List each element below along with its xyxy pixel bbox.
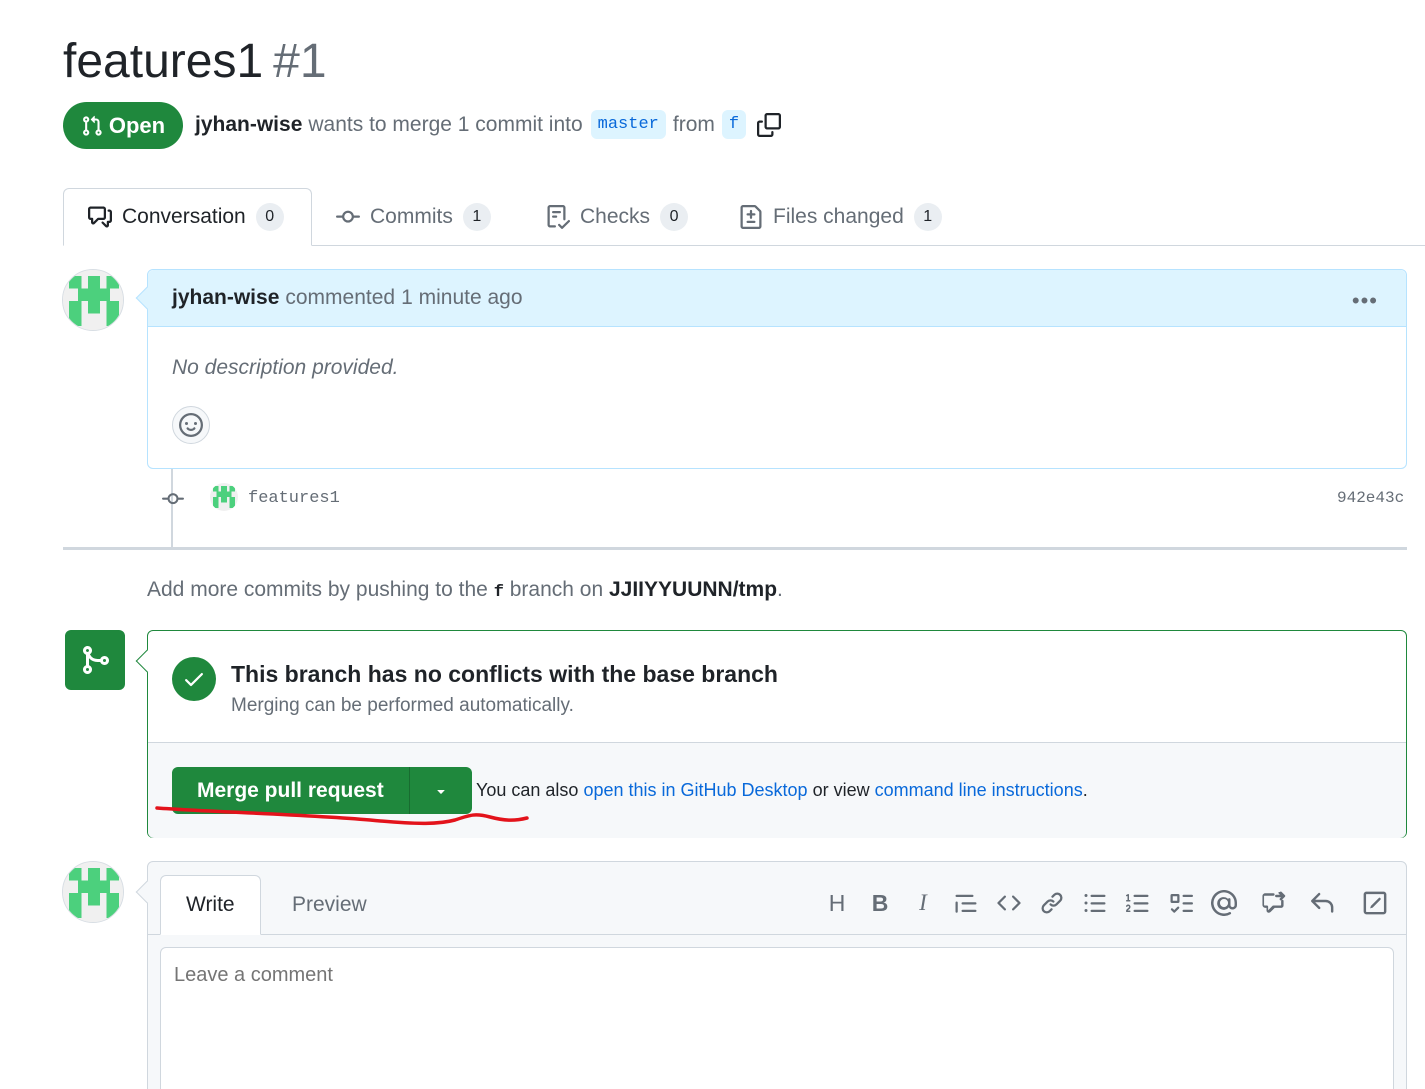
tab-counter: 1 — [913, 203, 942, 231]
from-text: from — [672, 112, 715, 136]
bold-icon[interactable]: B — [867, 890, 893, 916]
base-branch[interactable]: master — [590, 110, 666, 139]
reply-icon[interactable] — [1309, 890, 1335, 916]
tab-label: Files changed — [773, 205, 904, 228]
tab-counter: 0 — [660, 203, 689, 231]
hint-suffix: . — [777, 578, 783, 601]
state-label: Open — [108, 112, 166, 138]
merge-summary: wants to merge 1 commit into — [308, 112, 583, 136]
merge-options-dropdown[interactable] — [409, 767, 472, 814]
quote-icon[interactable] — [953, 890, 979, 916]
head-branch[interactable]: f — [721, 110, 747, 139]
kebab-horizontal-icon[interactable]: ••• — [1352, 288, 1378, 314]
command-line-instructions-link[interactable]: command line instructions — [875, 780, 1083, 800]
hint-prefix: Add more commits by pushing to the — [147, 578, 488, 601]
comment-textarea[interactable] — [160, 947, 1394, 1089]
hint-middle: branch on — [509, 578, 604, 601]
repo-link[interactable]: JJIIYYUUNN/tmp — [609, 578, 777, 601]
smiley-icon[interactable] — [172, 406, 210, 444]
comment-box: jyhan-wise commented 1 minute ago ••• No… — [135, 269, 1407, 469]
form-pointer — [135, 880, 159, 904]
merge-pull-request-button[interactable]: Merge pull request — [172, 767, 410, 814]
tab-counter: 0 — [255, 203, 284, 231]
tab-counter: 1 — [462, 203, 491, 231]
cross-reference-icon[interactable] — [1260, 890, 1286, 916]
code-icon[interactable] — [996, 890, 1022, 916]
tab-write[interactable]: Write — [160, 875, 261, 935]
git-commit-icon — [336, 210, 360, 223]
link-icon[interactable] — [1039, 890, 1065, 916]
also-prefix: You can also — [476, 780, 579, 800]
file-diff-icon — [740, 205, 762, 229]
tab-label: Conversation — [122, 205, 246, 228]
triangle-down-icon — [437, 789, 445, 794]
commit-sha-link[interactable]: 942e43c — [1337, 489, 1404, 507]
merge-status-subtitle: Merging can be performed automatically. — [231, 695, 574, 716]
comment-time[interactable]: 1 minute ago — [401, 286, 522, 310]
italic-icon[interactable]: I — [910, 890, 936, 916]
heading-icon[interactable]: H — [824, 890, 850, 916]
comment-discussion-icon — [88, 206, 112, 228]
avatar[interactable] — [62, 269, 124, 331]
merge-status-title: This branch has no conflicts with the ba… — [231, 661, 778, 687]
commit-message-link[interactable]: features1 — [248, 489, 340, 508]
mention-icon[interactable] — [1211, 890, 1237, 916]
state-badge: Open — [63, 102, 183, 149]
merge-pointer — [135, 649, 159, 673]
comment-form: Write Preview H B I — [135, 861, 1407, 1089]
markdown-toolbar: H B I — [824, 890, 1388, 916]
merge-alternatives: You can also open this in GitHub Desktop… — [476, 780, 1088, 801]
avatar[interactable] — [62, 861, 124, 923]
tab-conversation[interactable]: Conversation 0 — [63, 188, 312, 246]
edit-mode-icon[interactable] — [1362, 890, 1388, 916]
git-pull-request-icon — [82, 115, 102, 136]
list-ordered-icon[interactable] — [1125, 890, 1151, 916]
checklist-icon — [547, 205, 570, 229]
merge-box: This branch has no conflicts with the ba… — [135, 630, 1407, 838]
pr-number: #1 — [273, 35, 327, 88]
tab-files-changed[interactable]: Files changed 1 — [739, 188, 942, 246]
pr-meta: jyhan-wise wants to merge 1 commit into … — [195, 110, 783, 139]
hint-branch: f — [493, 583, 504, 602]
comment-action: commented — [285, 286, 396, 309]
comment-body: No description provided. — [172, 356, 399, 379]
check-icon — [172, 657, 216, 701]
merge-footer: Merge pull request You can also open thi… — [148, 742, 1406, 838]
github-desktop-link[interactable]: open this in GitHub Desktop — [583, 780, 807, 800]
page-title: features1 #1 — [63, 34, 327, 89]
push-hint: Add more commits by pushing to the f bra… — [147, 578, 783, 602]
tasklist-icon[interactable] — [1168, 890, 1194, 916]
tab-checks[interactable]: Checks 0 — [546, 188, 689, 246]
tab-commits[interactable]: Commits 1 — [336, 188, 491, 246]
tab-preview[interactable]: Preview — [267, 875, 392, 935]
commit-avatar[interactable] — [210, 483, 238, 511]
copy-icon[interactable] — [755, 111, 783, 139]
git-commit-icon — [162, 493, 184, 505]
tab-label: Commits — [370, 205, 453, 228]
tab-label: Checks — [580, 205, 651, 228]
also-suffix: . — [1082, 780, 1088, 800]
git-merge-icon — [65, 630, 125, 690]
timeline-divider — [63, 547, 1407, 550]
comment-header: jyhan-wise commented 1 minute ago ••• — [148, 270, 1406, 327]
merge-button-group: Merge pull request — [172, 767, 472, 814]
pr-title: features1 — [63, 35, 264, 88]
also-middle: or view — [812, 780, 870, 800]
comment-author[interactable]: jyhan-wise — [172, 286, 279, 310]
list-unordered-icon[interactable] — [1082, 890, 1108, 916]
author-link[interactable]: jyhan-wise — [195, 113, 302, 137]
